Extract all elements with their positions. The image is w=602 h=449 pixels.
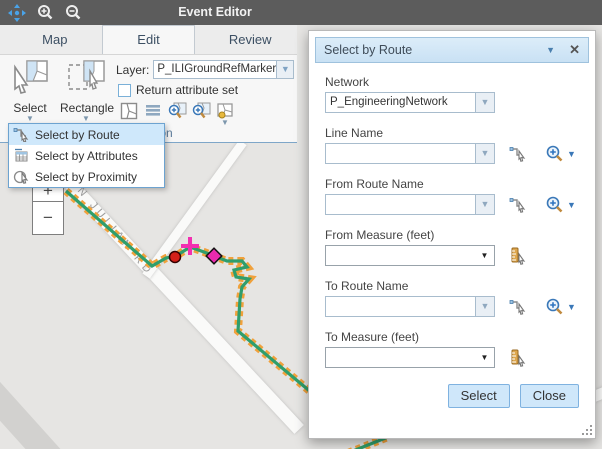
rectangle-tool-dropdown-caret[interactable]: ▼ <box>60 115 112 123</box>
line-name-dropdown-value <box>326 144 475 163</box>
tab-map[interactable]: Map <box>8 25 102 54</box>
from-measure-label: From Measure (feet) <box>325 228 589 242</box>
line-name-field-group: Line Name ▼ <box>325 126 589 164</box>
return-attribute-set-checkbox[interactable] <box>118 84 131 97</box>
from-route-dropdown[interactable]: ▼ <box>325 194 495 215</box>
menu-item-label: Select by Attributes <box>35 149 138 163</box>
to-route-field-group: To Route Name ▼ <box>325 279 589 317</box>
select-button[interactable]: Select <box>448 384 510 408</box>
from-route-field-group: From Route Name ▼ <box>325 177 589 215</box>
panel-body: Network P_EngineeringNetwork ▼ Line Name… <box>315 63 589 368</box>
zoom-out-icon[interactable] <box>62 3 84 23</box>
rectangle-tool-icon <box>66 59 106 95</box>
network-dropdown-caret[interactable]: ▼ <box>475 93 494 112</box>
from-measure-value <box>326 246 475 265</box>
panel-resize-grip[interactable] <box>582 425 592 435</box>
line-name-zoom-caret[interactable]: ▼ <box>567 149 576 159</box>
network-dropdown-value: P_EngineeringNetwork <box>326 93 475 112</box>
to-route-zoom-icon[interactable]: ▼ <box>546 298 576 315</box>
from-route-zoom-caret[interactable]: ▼ <box>567 200 576 210</box>
menu-item-label: Select by Proximity <box>35 170 137 184</box>
event-point-red <box>170 252 181 263</box>
panel-header[interactable]: Select by Route ▼ ✕ <box>315 37 589 63</box>
tab-bar: Map Edit Review <box>0 25 297 55</box>
menu-item-select-by-attributes[interactable]: Select by Attributes <box>9 145 164 166</box>
layer-dropdown-caret[interactable]: ▼ <box>276 61 293 78</box>
line-name-dropdown-caret[interactable]: ▼ <box>475 144 494 163</box>
zoom-in-icon[interactable] <box>34 3 56 23</box>
select-by-route-panel: Select by Route ▼ ✕ Network P_Engineerin… <box>308 30 596 439</box>
to-route-dropdown-value <box>326 297 475 316</box>
event-editor-window: N JULIAN RD + − <box>0 0 602 449</box>
layer-label: Layer: <box>116 63 149 77</box>
attribute-list-icon[interactable] <box>142 100 164 122</box>
to-route-label: To Route Name <box>325 279 589 293</box>
network-field-group: Network P_EngineeringNetwork ▼ <box>325 75 589 113</box>
layer-row: Layer: P_ILIGroundRefMarkers ▼ <box>116 60 294 79</box>
rectangle-tool-label: Rectangle <box>60 101 112 115</box>
zoom-to-selection-icon[interactable] <box>166 100 188 122</box>
menu-item-select-by-route[interactable]: Select by Route <box>9 124 164 145</box>
to-measure-combo[interactable]: ▼ <box>325 347 495 368</box>
from-route-dropdown-value <box>326 195 475 214</box>
rectangle-tool-button[interactable]: Rectangle ▼ <box>60 59 112 123</box>
menu-item-label: Select by Route <box>35 128 120 142</box>
tab-review[interactable]: Review <box>203 25 297 54</box>
polygon-select-icon[interactable] <box>118 100 140 122</box>
to-measure-field-group: To Measure (feet) ▼ <box>325 330 589 368</box>
line-name-map-picker-icon[interactable] <box>509 145 528 162</box>
return-attribute-set-label: Return attribute set <box>136 83 238 97</box>
to-measure-label: To Measure (feet) <box>325 330 589 344</box>
to-route-dropdown[interactable]: ▼ <box>325 296 495 317</box>
from-measure-caret[interactable]: ▼ <box>475 246 494 265</box>
panel-collapse-caret-icon[interactable]: ▼ <box>546 45 555 55</box>
titlebar: Event Editor <box>0 0 602 25</box>
panel-button-row: Select Close <box>438 384 579 408</box>
select-tool-dropdown-caret[interactable]: ▼ <box>4 115 56 123</box>
to-route-map-picker-icon[interactable] <box>509 298 528 315</box>
select-tool-icon <box>11 59 49 95</box>
menu-item-select-by-proximity[interactable]: Select by Proximity <box>9 166 164 187</box>
to-measure-ruler-picker-icon[interactable] <box>509 349 528 367</box>
line-name-label: Line Name <box>325 126 589 140</box>
map-zoom-control: + − <box>32 180 64 235</box>
network-dropdown[interactable]: P_EngineeringNetwork ▼ <box>325 92 495 113</box>
layer-dropdown-value: P_ILIGroundRefMarkers <box>154 61 276 78</box>
map-zoom-out-button[interactable]: − <box>33 201 63 234</box>
layer-dropdown[interactable]: P_ILIGroundRefMarkers ▼ <box>153 60 294 79</box>
return-attribute-set-row[interactable]: Return attribute set <box>118 83 238 97</box>
line-name-zoom-icon[interactable]: ▼ <box>546 145 576 162</box>
to-route-zoom-caret[interactable]: ▼ <box>567 302 576 312</box>
to-measure-value <box>326 348 475 367</box>
from-measure-ruler-picker-icon[interactable] <box>509 247 528 265</box>
to-measure-caret[interactable]: ▼ <box>475 348 494 367</box>
proximity-cursor-icon <box>13 169 31 184</box>
panel-close-icon[interactable]: ✕ <box>569 42 580 58</box>
table-cursor-icon <box>13 148 31 163</box>
from-route-zoom-icon[interactable]: ▼ <box>546 196 576 213</box>
to-route-dropdown-caret[interactable]: ▼ <box>475 297 494 316</box>
pan-icon[interactable] <box>6 3 28 23</box>
from-measure-combo[interactable]: ▼ <box>325 245 495 266</box>
from-route-map-picker-icon[interactable] <box>509 196 528 213</box>
select-tool-label: Select <box>4 101 56 115</box>
zoom-to-selection-icon[interactable] <box>190 100 212 122</box>
route-cursor-icon <box>13 127 31 142</box>
close-button[interactable]: Close <box>520 384 579 408</box>
tab-edit[interactable]: Edit <box>102 25 196 54</box>
select-dropdown-menu: Select by Route Select by Attributes S <box>8 123 165 188</box>
from-route-dropdown-caret[interactable]: ▼ <box>475 195 494 214</box>
from-route-label: From Route Name <box>325 177 589 191</box>
panel-title: Select by Route <box>324 43 546 57</box>
network-label: Network <box>325 75 589 89</box>
line-name-dropdown[interactable]: ▼ <box>325 143 495 164</box>
select-tool-button[interactable]: Select ▼ <box>4 59 56 123</box>
from-measure-field-group: From Measure (feet) ▼ <box>325 228 589 266</box>
